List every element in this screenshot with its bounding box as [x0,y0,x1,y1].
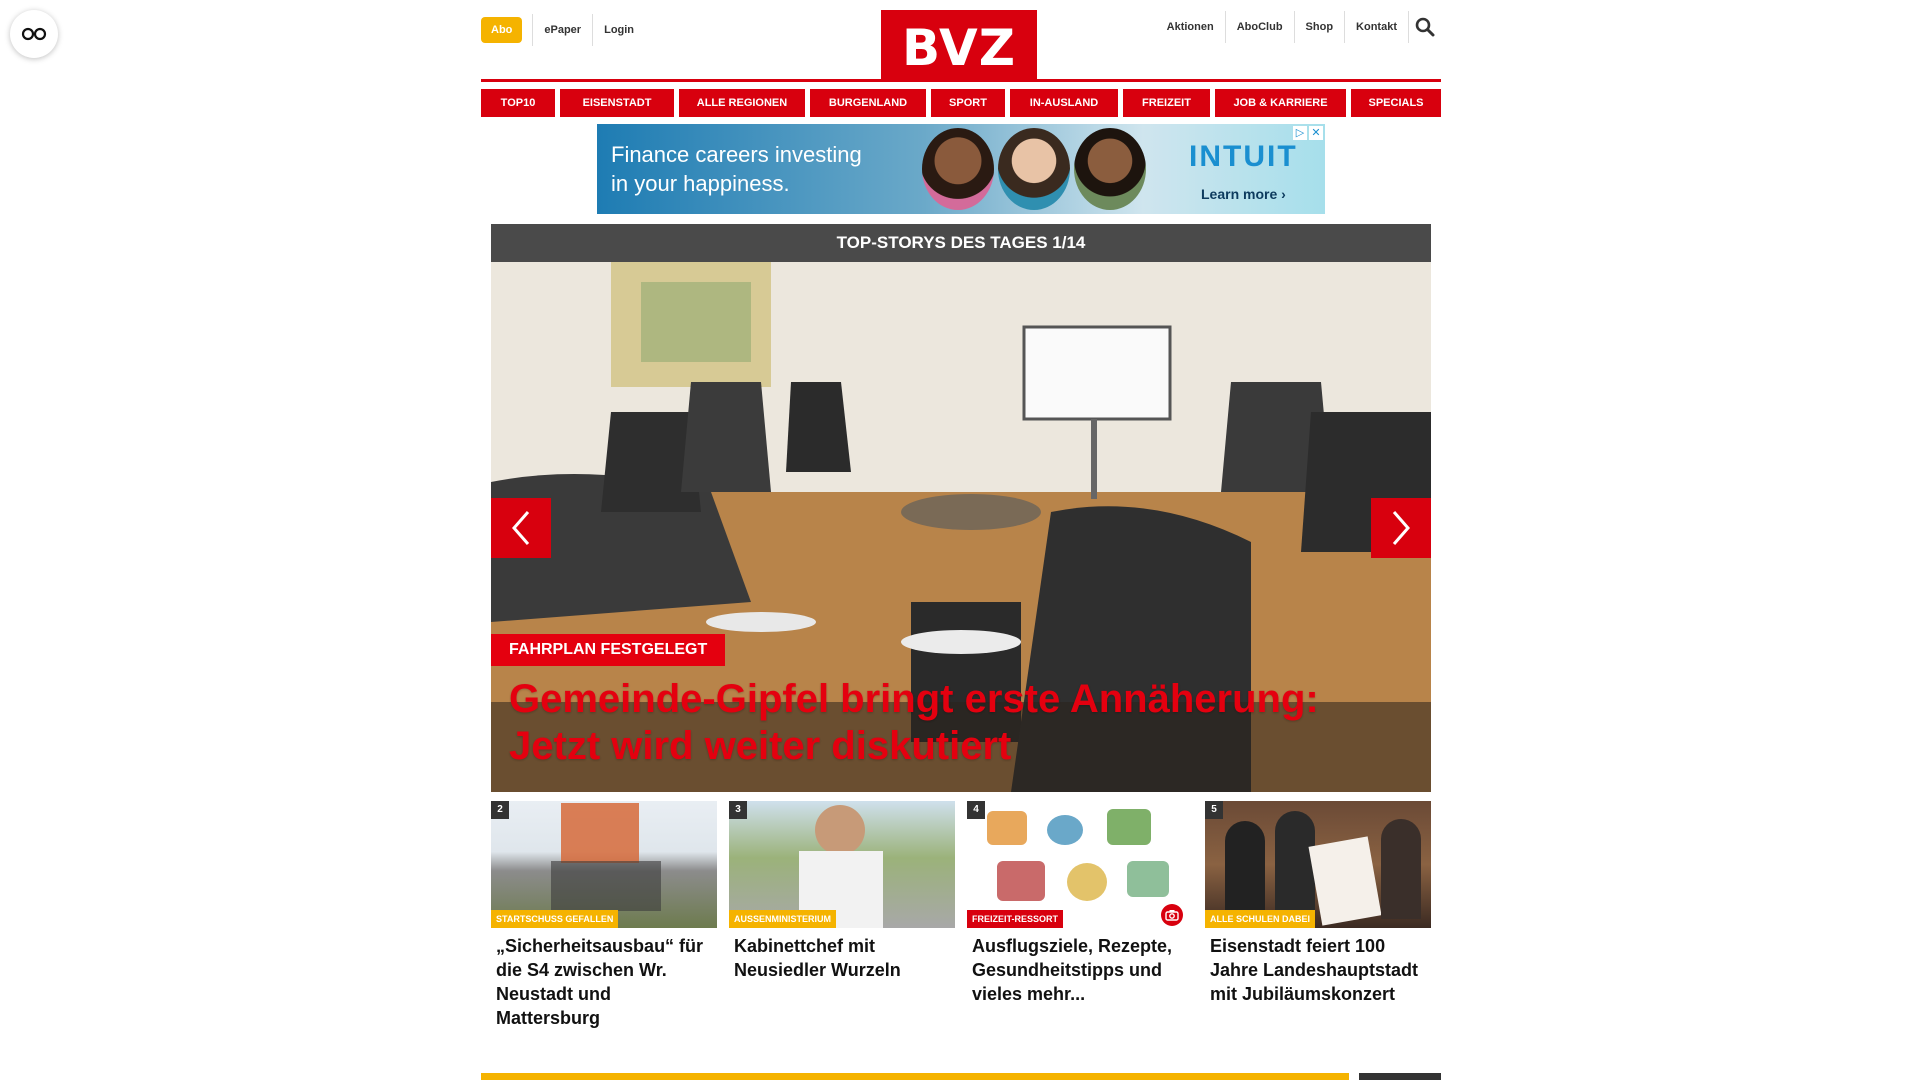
nav-item-alle-regionen[interactable]: ALLE REGIONEN [679,89,805,117]
ad-cta-link[interactable]: Learn more › [1201,186,1286,202]
abo-button[interactable]: Abo [481,17,523,43]
chevron-right-icon [1392,511,1410,545]
top-stories-slider: TOP-STORYS DES TAGES 1/14 FAHRPLAN FESTG… [491,224,1431,792]
slider-next-button[interactable] [1371,498,1431,558]
ad-controls: ▷ ✕ [1293,126,1323,140]
slider-prev-button[interactable] [491,498,551,558]
glasses-icon [21,27,47,41]
nav-item-specials[interactable]: SPECIALS [1351,89,1441,117]
bottom-banner-bar [481,1073,1349,1080]
utility-nav-left: Abo ePaper Login [481,14,645,46]
nav-item-top10[interactable]: TOP10 [481,89,555,117]
bottom-dark-bar [1359,1073,1441,1080]
person-head [815,805,865,855]
nav-item-freizeit[interactable]: FREIZEIT [1123,89,1210,117]
story-teasers: 2 STARTSCHUSS GEFALLEN „Sicherheitsausba… [491,801,1431,1030]
teaser-number: 2 [491,801,509,819]
teaser-card[interactable]: 3 AUSSENMINISTERIUM Kabinettchef mit Neu… [729,801,955,1030]
login-link[interactable]: Login [592,14,645,46]
nav-item-in-ausland[interactable]: IN-AUSLAND [1010,89,1118,117]
close-icon[interactable]: ✕ [1309,126,1323,140]
teaser-kicker: ALLE SCHULEN DABEI [1205,910,1316,928]
search-icon [1415,17,1435,37]
teaser-kicker: AUSSENMINISTERIUM [729,910,837,928]
epaper-link[interactable]: ePaper [532,14,592,46]
search-button[interactable] [1409,11,1441,43]
slider-title: TOP-STORYS DES TAGES 1/14 [491,224,1431,262]
nav-item-eisenstadt[interactable]: EISENSTADT [560,89,674,117]
ad-brand-logo: INTUIT [1189,140,1298,173]
illustration-element [1107,809,1151,845]
ad-headline-line-1: Finance careers investing [611,142,862,167]
page-container: Abo ePaper Login BVZ Aktionen AboClub Sh… [481,0,1441,1028]
teaser-card[interactable]: 5 ALLE SCHULEN DABEI Eisenstadt feiert 1… [1205,801,1431,1030]
nav-item-burgenland[interactable]: BURGENLAND [810,89,926,117]
gallery-badge [1161,904,1183,926]
teaser-card[interactable]: 2 STARTSCHUSS GEFALLEN „Sicherheitsausba… [491,801,717,1030]
hero-headline[interactable]: Gemeinde-Gipfel bringt erste Annäherung:… [509,676,1419,770]
chevron-left-icon [512,511,530,545]
camera-icon [1165,910,1179,921]
ad-choices-icon[interactable]: ▷ [1293,126,1307,140]
teaser-title[interactable]: „Sicherheitsausbau“ für die S4 zwischen … [491,928,717,1030]
teaser-card[interactable]: 4 FREIZEIT-RESSORT Ausflugsziele, Rezept… [967,801,1193,1030]
ad-person-2 [998,128,1070,210]
aboclub-link[interactable]: AboClub [1226,11,1295,43]
person-figure [1275,811,1315,921]
illustration-element [997,861,1045,901]
teaser-image[interactable]: 5 ALLE SCHULEN DABEI [1205,801,1431,928]
teaser-title[interactable]: Eisenstadt feiert 100 Jahre Landeshaupts… [1205,928,1431,1006]
hero-image[interactable]: FAHRPLAN FESTGELEGT Gemeinde-Gipfel brin… [491,262,1431,792]
illustration-element [987,811,1027,845]
teaser-title[interactable]: Ausflugsziele, Rezepte, Gesundheitstipps… [967,928,1193,1006]
teaser-image[interactable]: 3 AUSSENMINISTERIUM [729,801,955,928]
shop-link[interactable]: Shop [1295,11,1346,43]
nav-item-job-karriere[interactable]: JOB & KARRIERE [1215,89,1346,117]
nav-item-sport[interactable]: SPORT [931,89,1005,117]
ad-headline: Finance careers investing in your happin… [611,140,862,198]
teaser-kicker: FREIZEIT-RESSORT [967,910,1064,928]
ad-banner[interactable]: Finance careers investing in your happin… [597,124,1325,214]
poster [1308,836,1382,926]
ad-headline-line-2: in your happiness. [611,171,790,196]
teaser-number: 3 [729,801,747,819]
person-figure [1381,819,1421,919]
illustration-element [1127,861,1169,897]
illustration-element [1067,863,1107,901]
teaser-kicker: STARTSCHUSS GEFALLEN [491,910,619,928]
utility-nav-right: Aktionen AboClub Shop Kontakt [1156,11,1441,43]
kontakt-link[interactable]: Kontakt [1345,11,1409,43]
teaser-image[interactable]: 2 STARTSCHUSS GEFALLEN [491,801,717,928]
main-nav: TOP10 EISENSTADT ALLE REGIONEN BURGENLAN… [481,89,1441,117]
teaser-number: 5 [1205,801,1223,819]
site-header: Abo ePaper Login BVZ Aktionen AboClub Sh… [481,0,1441,82]
aktionen-link[interactable]: Aktionen [1156,11,1226,43]
reader-mode-button[interactable] [10,10,58,58]
person-figure [1225,821,1265,921]
ad-person-3 [1074,128,1146,210]
banner-sign [561,803,639,863]
illustration-element [1047,815,1083,845]
site-logo[interactable]: BVZ [881,10,1037,82]
people-group [551,861,661,911]
teaser-title[interactable]: Kabinettchef mit Neusiedler Wurzeln [729,928,955,982]
hero-kicker: FAHRPLAN FESTGELEGT [491,634,726,666]
teaser-image[interactable]: 4 FREIZEIT-RESSORT [967,801,1193,928]
ad-person-1 [922,128,994,210]
teaser-number: 4 [967,801,985,819]
ad-image [922,128,1146,210]
